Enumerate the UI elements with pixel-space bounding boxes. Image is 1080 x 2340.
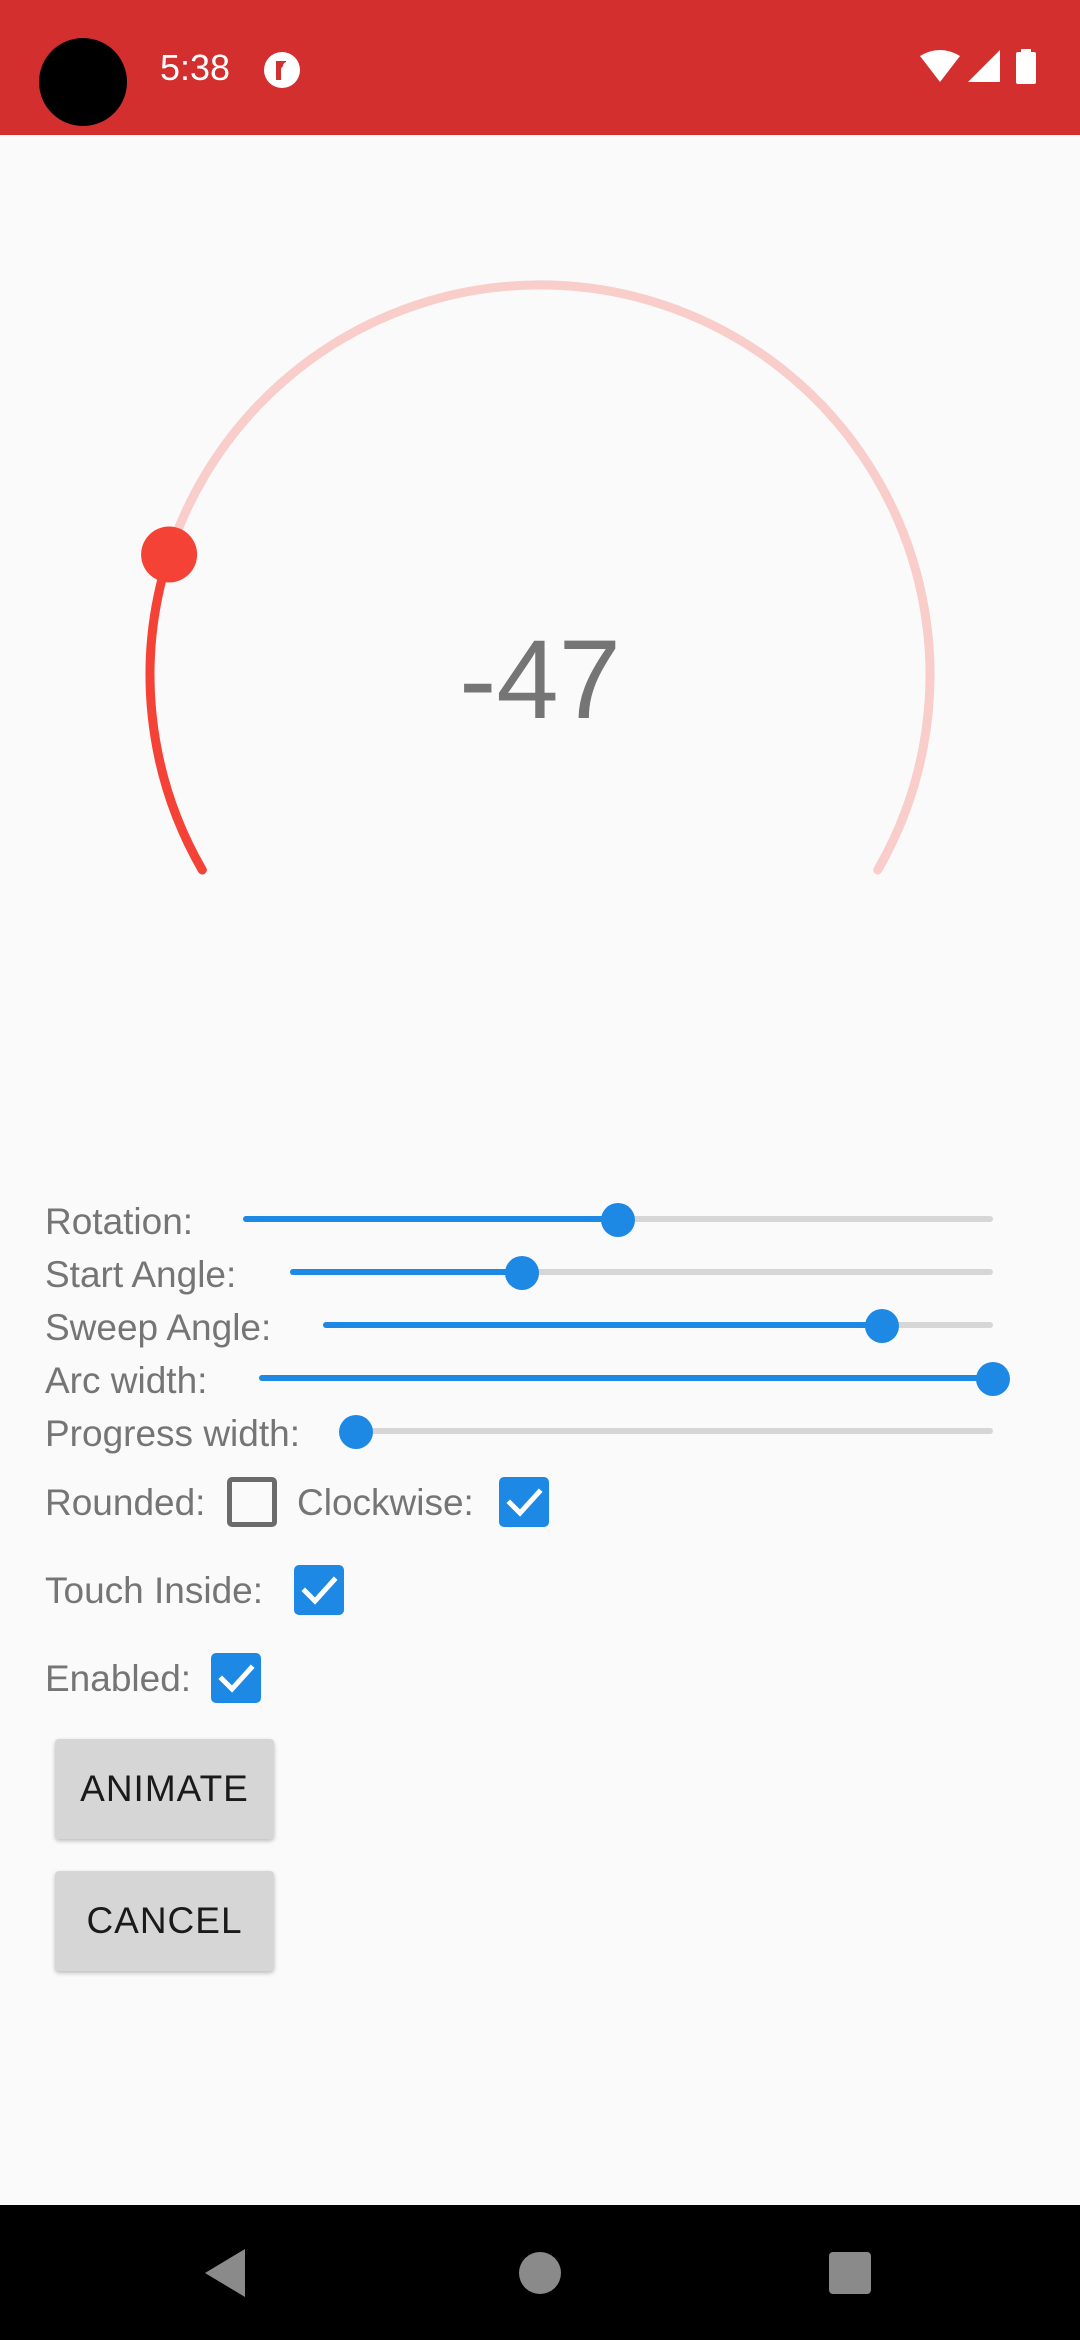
notification-icon <box>264 52 300 88</box>
status-bar: 5:38 <box>0 0 1080 135</box>
progress-width-slider-thumb[interactable] <box>339 1415 373 1449</box>
navigation-bar <box>0 2205 1080 2340</box>
check-icon <box>218 1664 255 1693</box>
sweep-angle-slider-thumb[interactable] <box>865 1309 900 1343</box>
arc-thumb[interactable] <box>141 526 198 583</box>
system-icons <box>920 49 1036 84</box>
arc-progress <box>145 550 207 875</box>
start-angle-label: Start Angle: <box>45 1254 237 1295</box>
rotation-label: Rotation: <box>45 1201 194 1242</box>
back-icon[interactable] <box>205 2249 245 2297</box>
clockwise-label: Clockwise: <box>297 1482 474 1523</box>
check-icon <box>301 1576 338 1605</box>
start-angle-slider[interactable] <box>290 1248 993 1296</box>
rotation-slider[interactable] <box>243 1195 993 1243</box>
start-angle-slider-thumb[interactable] <box>504 1256 539 1290</box>
progress-width-slider[interactable] <box>339 1407 993 1455</box>
check-icon <box>506 1488 543 1517</box>
arc-width-slider[interactable] <box>259 1354 1010 1402</box>
progress-width-label: Progress width: <box>45 1413 300 1454</box>
clockwise-checkbox[interactable] <box>499 1477 549 1527</box>
battery-icon <box>1016 52 1036 84</box>
nav-buttons <box>205 2249 871 2297</box>
wifi-icon <box>920 50 960 82</box>
home-icon[interactable] <box>519 2252 561 2294</box>
touch-inside-label: Touch Inside: <box>45 1570 264 1611</box>
animate-button[interactable]: ANIMATE <box>55 1739 274 1839</box>
enabled-checkbox[interactable] <box>211 1653 261 1703</box>
sweep-angle-label: Sweep Angle: <box>45 1307 272 1348</box>
rotation-slider-thumb[interactable] <box>601 1203 635 1237</box>
signal-icon <box>968 50 1000 82</box>
touch-inside-checkbox[interactable] <box>294 1565 344 1615</box>
arc-width-label: Arc width: <box>45 1360 208 1401</box>
camera-cutout <box>39 38 127 126</box>
progress-value: -47 <box>459 617 621 742</box>
arc-track <box>145 280 935 875</box>
rounded-label: Rounded: <box>45 1482 206 1523</box>
enabled-label: Enabled: <box>45 1658 192 1699</box>
cancel-button[interactable]: CANCEL <box>55 1871 274 1971</box>
status-time: 5:38 <box>160 47 231 88</box>
sweep-angle-slider[interactable] <box>323 1301 993 1349</box>
recents-icon[interactable] <box>829 2252 871 2294</box>
arc-width-slider-thumb[interactable] <box>976 1362 1010 1396</box>
rounded-checkbox[interactable] <box>227 1477 277 1527</box>
